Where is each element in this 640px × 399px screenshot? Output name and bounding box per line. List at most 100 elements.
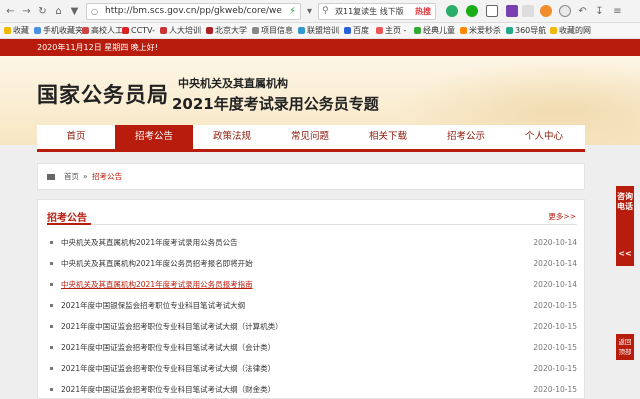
list-item-date: 2020-10-14 bbox=[533, 238, 577, 247]
undo-icon[interactable]: ↶ bbox=[576, 5, 589, 18]
nav-downloads[interactable]: 相关下载 bbox=[349, 125, 427, 149]
list-item-date: 2020-10-15 bbox=[533, 385, 577, 394]
bullet-icon bbox=[50, 367, 53, 370]
site-icon bbox=[160, 27, 167, 34]
site-icon bbox=[206, 27, 213, 34]
breadcrumb: 首页 » 招考公告 bbox=[37, 163, 585, 190]
bookmark-item[interactable]: 高校人工 bbox=[82, 23, 123, 38]
bookmark-item[interactable]: 主页 - bbox=[376, 23, 406, 38]
bookmark-item[interactable]: 经典儿童 bbox=[414, 23, 455, 38]
site-icon bbox=[506, 27, 513, 34]
main-nav: 首页 招考公告 政策法规 常见问题 相关下载 招考公示 个人中心 bbox=[37, 125, 585, 152]
bookmark-item[interactable]: 米爱秒杀 bbox=[460, 23, 501, 38]
folder-icon bbox=[34, 27, 41, 34]
list-item-date: 2020-10-15 bbox=[533, 364, 577, 373]
consult-phone-label: 咨询电话 bbox=[617, 192, 633, 211]
baidu-icon bbox=[344, 27, 351, 34]
download-icon[interactable]: ↧ bbox=[593, 5, 606, 18]
game-icon[interactable] bbox=[540, 5, 552, 17]
bookmark-item[interactable]: 北京大学 bbox=[206, 23, 247, 38]
wechat-icon[interactable] bbox=[466, 5, 478, 17]
bookmark-item[interactable]: 项目信息 bbox=[252, 23, 293, 38]
menu-icon[interactable]: ≡ bbox=[611, 5, 624, 18]
dropdown-icon[interactable]: ▾ bbox=[303, 5, 316, 18]
forward-icon[interactable]: → bbox=[20, 5, 33, 18]
extension-icon[interactable] bbox=[506, 5, 518, 17]
breadcrumb-separator: » bbox=[83, 172, 88, 181]
nav-faq[interactable]: 常见问题 bbox=[271, 125, 349, 149]
list-item-title[interactable]: 中央机关及其直属机构2021年度考试录用公务员报考指南 bbox=[61, 274, 253, 295]
extension-icon[interactable] bbox=[446, 5, 458, 17]
list-item[interactable]: 2021年度中国银保监会招考职位专业科目笔试考试大纲 2020-10-15 bbox=[47, 295, 577, 316]
shield-icon: ▼ bbox=[70, 6, 79, 17]
more-link[interactable]: 更多>> bbox=[548, 211, 576, 222]
home-icon[interactable]: ⌂ bbox=[52, 5, 65, 18]
bookmark-item[interactable]: 联盟培训 bbox=[298, 23, 339, 38]
back-icon[interactable]: ← bbox=[4, 5, 17, 18]
list-item-title[interactable]: 中央机关及其直属机构2021年度考试录用公务员公告 bbox=[61, 232, 238, 253]
site-icon bbox=[460, 27, 467, 34]
bookmark-item[interactable]: 手机收藏夹 bbox=[34, 23, 83, 38]
hot-search-badge: 热搜 bbox=[415, 7, 431, 16]
breadcrumb-home[interactable]: 首页 bbox=[64, 164, 79, 189]
web-page: 2020年11月12日 星期四 晚上好! 国家公务员局 中央机关及其直属机构 2… bbox=[0, 39, 640, 399]
bookmark-item[interactable]: 360导航 bbox=[506, 23, 546, 38]
lightning-icon[interactable]: ⚡ bbox=[286, 5, 299, 18]
site-icon bbox=[414, 27, 421, 34]
site-icon bbox=[298, 27, 305, 34]
list-item[interactable]: 2021年度中国证监会招考职位专业科目笔试考试大纲（会计类） 2020-10-1… bbox=[47, 337, 577, 358]
site-icon bbox=[376, 27, 383, 34]
url-input[interactable]: ○ http://bm.scs.gov.cn/pp/gkweb/core/we bbox=[86, 3, 301, 20]
breadcrumb-current[interactable]: 招考公告 bbox=[92, 164, 122, 189]
reader-icon[interactable] bbox=[522, 5, 534, 17]
list-item-date: 2020-10-15 bbox=[533, 322, 577, 331]
bookmark-item[interactable]: 收藏的网 bbox=[550, 23, 591, 38]
bookmark-item[interactable]: CCTV- bbox=[122, 23, 155, 38]
list-item-title[interactable]: 中央机关及其直属机构2021年度公务员招考报名即将开始 bbox=[61, 253, 253, 274]
bookmark-item[interactable]: 百度 bbox=[344, 23, 369, 38]
grid-icon[interactable] bbox=[486, 5, 498, 17]
bookmark-item[interactable]: 收藏 bbox=[4, 23, 29, 38]
nav-announcements[interactable]: 招考公告 bbox=[115, 125, 193, 149]
bullet-icon bbox=[50, 304, 53, 307]
bookmark-item[interactable]: 人大培训 bbox=[160, 23, 201, 38]
bullet-icon bbox=[50, 346, 53, 349]
site-icon bbox=[122, 27, 129, 34]
list-item[interactable]: 中央机关及其直属机构2021年度考试录用公务员报考指南 2020-10-14 bbox=[47, 274, 577, 295]
nav-policies[interactable]: 政策法规 bbox=[193, 125, 271, 149]
list-item[interactable]: 2021年度中国证监会招考职位专业科目笔试考试大纲（计算机类） 2020-10-… bbox=[47, 316, 577, 337]
list-item-title[interactable]: 2021年度中国证监会招考职位专业科目笔试考试大纲（会计类） bbox=[61, 337, 275, 358]
browser-toolbar: ← → ↻ ⌂ ▼ ○ http://bm.scs.gov.cn/pp/gkwe… bbox=[0, 0, 640, 23]
consult-phone-float[interactable]: 咨询电话 << bbox=[616, 186, 634, 266]
list-item-title[interactable]: 2021年度中国证监会招考职位专业科目笔试考试大纲（法律类） bbox=[61, 358, 275, 379]
list-item-title[interactable]: 2021年度中国银保监会招考职位专业科目笔试考试大纲 bbox=[61, 295, 245, 316]
section-title: 招考公告 bbox=[47, 213, 87, 224]
list-item-date: 2020-10-15 bbox=[533, 301, 577, 310]
date-greeting: 2020年11月12日 星期四 晚上好! bbox=[37, 43, 159, 52]
list-item[interactable]: 中央机关及其直属机构2021年度考试录用公务员公告 2020-10-14 bbox=[47, 232, 577, 253]
collapse-arrow-icon[interactable]: << bbox=[616, 249, 634, 258]
section-divider bbox=[47, 224, 577, 225]
bullet-icon bbox=[50, 283, 53, 286]
list-item-title[interactable]: 2021年度中国证监会招考职位专业科目笔试考试大纲（计算机类） bbox=[61, 316, 283, 337]
list-item[interactable]: 2021年度中国证监会招考职位专业科目笔试考试大纲（财金类） 2020-10-1… bbox=[47, 379, 577, 399]
refresh-icon[interactable]: ↻ bbox=[36, 5, 49, 18]
nav-publicity[interactable]: 招考公示 bbox=[427, 125, 505, 149]
list-item[interactable]: 中央机关及其直属机构2021年度公务员招考报名即将开始 2020-10-14 bbox=[47, 253, 577, 274]
bullet-icon bbox=[50, 262, 53, 265]
search-text: 双11复读生 线下版 bbox=[335, 7, 404, 16]
search-icon: ⚲ bbox=[322, 6, 329, 16]
bookmarks-bar: 收藏 手机收藏夹 高校人工 CCTV- 人大培训 北京大学 项目信息 联盟培训 … bbox=[0, 23, 640, 39]
search-input[interactable]: ⚲ 双11复读生 线下版 热搜 bbox=[318, 3, 436, 20]
nav-home[interactable]: 首页 bbox=[37, 125, 115, 149]
banner-title: 2021年度考试录用公务员专题 bbox=[172, 95, 379, 113]
home-icon bbox=[47, 174, 55, 180]
list-item-title[interactable]: 2021年度中国证监会招考职位专业科目笔试考试大纲（财金类） bbox=[61, 379, 275, 399]
announcement-list: 招考公告 更多>> 中央机关及其直属机构2021年度考试录用公务员公告 2020… bbox=[37, 199, 585, 399]
page-info-icon: ○ bbox=[91, 7, 98, 16]
site-logo[interactable]: 国家公务员局 bbox=[37, 79, 169, 109]
list-item[interactable]: 2021年度中国证监会招考职位专业科目笔试考试大纲（法律类） 2020-10-1… bbox=[47, 358, 577, 379]
search-icon[interactable] bbox=[559, 5, 571, 17]
nav-personal-center[interactable]: 个人中心 bbox=[505, 125, 583, 149]
back-to-top-button[interactable]: 返回顶部 bbox=[616, 334, 634, 360]
